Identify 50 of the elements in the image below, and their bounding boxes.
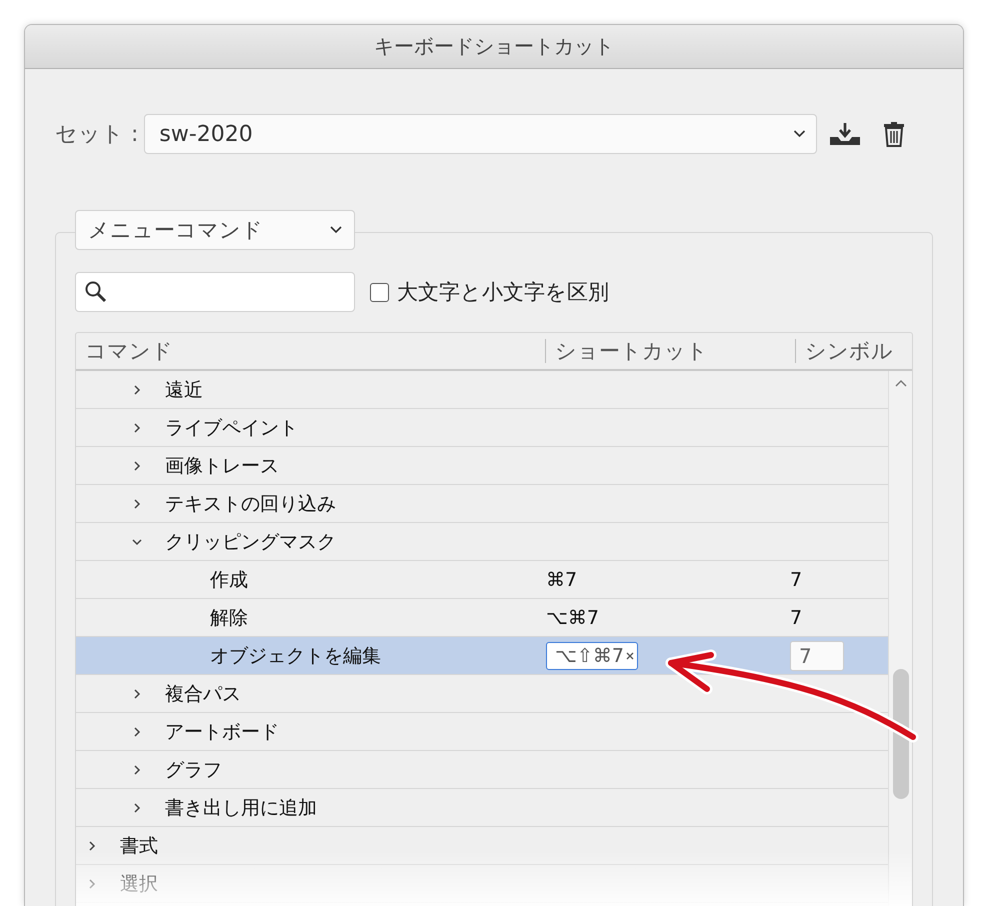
table-row[interactable]: 書式: [76, 827, 888, 865]
table-row[interactable]: ライブペイント: [76, 409, 888, 447]
trash-icon[interactable]: [883, 121, 906, 147]
set-label: セット :: [55, 121, 138, 149]
shortcut-field[interactable]: ⌥⇧⌘7: [546, 642, 638, 670]
clear-icon[interactable]: [626, 652, 634, 660]
table-row[interactable]: アートボード: [76, 713, 888, 751]
command-name: オブジェクトを編集: [210, 644, 381, 668]
command-name: ライブペイント: [165, 416, 298, 440]
command-name: 遠近: [165, 378, 203, 402]
column-header[interactable]: シンボル: [795, 339, 912, 363]
symbol-text: 7: [790, 606, 802, 628]
table-row[interactable]: 複合パス: [76, 675, 888, 713]
table-row[interactable]: テキストの回り込み: [76, 485, 888, 523]
table-row[interactable]: グラフ: [76, 751, 888, 789]
table-row[interactable]: 遠近: [76, 371, 888, 409]
command-name: 複合パス: [165, 682, 241, 706]
set-dropdown[interactable]: sw-2020: [144, 114, 818, 154]
column-header[interactable]: コマンド: [76, 333, 545, 369]
command-name: グラフ: [165, 758, 222, 782]
table-row[interactable]: オブジェクトを編集 ⌥⇧⌘7 7: [76, 637, 888, 675]
command-name: アートボード: [165, 720, 279, 744]
table-row[interactable]: 画像トレース: [76, 447, 888, 485]
symbol-field[interactable]: 7: [790, 640, 844, 670]
download-icon[interactable]: [829, 122, 862, 146]
table-row[interactable]: クリッピングマスク: [76, 523, 888, 561]
command-name: 解除: [210, 606, 248, 630]
search-icon: [84, 280, 108, 304]
command-name: テキストの回り込み: [165, 492, 336, 516]
command-name: 作成: [210, 568, 248, 592]
shortcut-text: ⌥⌘7: [546, 606, 599, 628]
scroll-up-icon[interactable]: [894, 379, 906, 387]
command-name: 書式: [120, 834, 158, 858]
shortcut-text: ⌘7: [546, 568, 578, 590]
checkbox-label: 大文字と小文字を区別: [397, 279, 609, 306]
chevron-down-icon: [330, 226, 342, 234]
column-header[interactable]: ショートカット: [545, 339, 795, 363]
scroll-thumb[interactable]: [892, 669, 908, 799]
command-name: クリッピングマスク: [165, 530, 336, 554]
table-row[interactable]: 作成 ⌘7 7: [76, 561, 888, 599]
command-name: 選択: [120, 872, 158, 896]
table-row[interactable]: 書き出し用に追加: [76, 789, 888, 827]
command-name: 書き出し用に追加: [165, 796, 317, 820]
command-name: 画像トレース: [165, 454, 279, 478]
window-title: キーボードショートカット: [374, 33, 614, 60]
category-dropdown[interactable]: メニューコマンド: [75, 210, 355, 250]
symbol-text: 7: [790, 568, 802, 590]
chevron-down-icon: [793, 130, 806, 138]
checkbox[interactable]: [370, 282, 389, 302]
search-field[interactable]: [75, 272, 355, 312]
